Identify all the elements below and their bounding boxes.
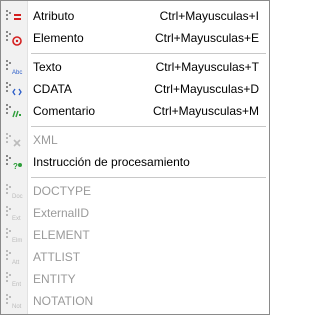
svg-text:Ext: Ext bbox=[12, 216, 21, 221]
element-icon bbox=[6, 31, 22, 46]
processing-instruction-icon: ? bbox=[6, 155, 22, 170]
menu-separator bbox=[31, 53, 266, 54]
cdata-icon bbox=[6, 82, 22, 96]
menu-item-doctype[interactable]: Doc DOCTYPE bbox=[1, 180, 269, 202]
menu-item-shortcut: Ctrl+Mayusculas+E bbox=[154, 31, 259, 45]
menu-item-label: Elemento bbox=[33, 31, 84, 45]
text-node-icon: Abc bbox=[6, 60, 22, 75]
menu-item-element[interactable]: Elm ELEMENT bbox=[1, 224, 269, 246]
menu-item-instruccion-procesamiento[interactable]: ? Instrucción de procesamiento bbox=[1, 151, 269, 173]
menu-item-label: ExternalID bbox=[33, 206, 90, 220]
menu-item-label: NOTATION bbox=[33, 294, 94, 308]
svg-text:Ent: Ent bbox=[12, 282, 21, 287]
external-id-icon: Ext bbox=[6, 206, 21, 221]
attlist-icon: Att bbox=[6, 250, 20, 265]
menu-item-shortcut: Ctrl+Mayusculas+D bbox=[154, 82, 259, 96]
menu-item-label: Atributo bbox=[33, 9, 75, 23]
menu-item-entity[interactable]: Ent ENTITY bbox=[1, 268, 269, 290]
menu-item-notation[interactable]: Not NOTATION bbox=[1, 290, 269, 312]
menu-item-label: Instrucción de procesamiento bbox=[33, 155, 190, 169]
xml-declaration-icon bbox=[6, 133, 21, 147]
menu-item-label: ENTITY bbox=[33, 272, 76, 286]
doctype-icon: Doc bbox=[6, 184, 23, 199]
menu-item-label: XML bbox=[33, 133, 58, 147]
menu-item-label: DOCTYPE bbox=[33, 184, 92, 198]
menu-separator bbox=[31, 177, 266, 178]
menu-item-label: ATTLIST bbox=[33, 250, 81, 264]
menu-item-elemento[interactable]: Elemento Ctrl+Mayusculas+E bbox=[1, 27, 269, 49]
dtd-element-icon: Elm bbox=[6, 228, 22, 243]
menu-item-label: CDATA bbox=[33, 82, 72, 96]
menu-item-externalid[interactable]: Ext ExternalID bbox=[1, 202, 269, 224]
menu-item-label: Comentario bbox=[33, 104, 96, 118]
svg-text:Not: Not bbox=[12, 304, 22, 309]
menu-item-shortcut: Ctrl+Mayusculas+I bbox=[159, 9, 259, 23]
notation-icon: Not bbox=[6, 294, 22, 309]
svg-text:?: ? bbox=[13, 162, 18, 170]
svg-text:Elm: Elm bbox=[12, 238, 22, 243]
menu-item-shortcut: Ctrl+Mayusculas+M bbox=[152, 104, 259, 118]
menu-separator bbox=[31, 126, 266, 127]
menu-item-shortcut: Ctrl+Mayusculas+T bbox=[155, 60, 259, 74]
menu-item-texto[interactable]: Abc Texto Ctrl+Mayusculas+T bbox=[1, 56, 269, 78]
menu-item-xml[interactable]: XML bbox=[1, 129, 269, 151]
menu-item-label: ELEMENT bbox=[33, 228, 90, 242]
svg-text:Doc: Doc bbox=[12, 194, 23, 199]
menu-item-label: Texto bbox=[33, 60, 62, 74]
entity-icon: Ent bbox=[6, 272, 21, 287]
attribute-icon bbox=[6, 10, 21, 20]
menu-item-atributo[interactable]: Atributo Ctrl+Mayusculas+I bbox=[1, 5, 269, 27]
menu-item-attlist[interactable]: Att ATTLIST bbox=[1, 246, 269, 268]
menu-item-comentario[interactable]: Comentario Ctrl+Mayusculas+M bbox=[1, 100, 269, 122]
svg-text:Att: Att bbox=[12, 260, 20, 265]
insert-context-menu: Atributo Ctrl+Mayusculas+I Elemento Ctrl… bbox=[0, 0, 270, 315]
comment-icon bbox=[6, 104, 21, 118]
menu-item-cdata[interactable]: CDATA Ctrl+Mayusculas+D bbox=[1, 78, 269, 100]
svg-text:Abc: Abc bbox=[12, 70, 22, 75]
